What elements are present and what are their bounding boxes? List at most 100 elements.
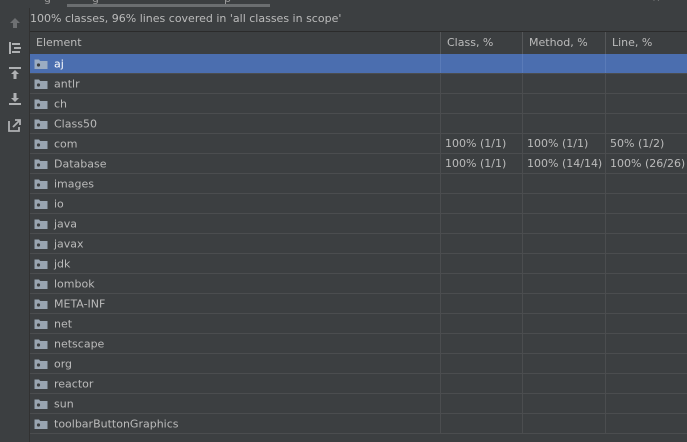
line-coverage-cell <box>606 274 687 293</box>
coverage-summary: 100% classes, 96% lines covered in 'all … <box>30 12 342 25</box>
column-header-element[interactable]: Element <box>30 32 441 54</box>
method-coverage-cell <box>523 354 606 373</box>
element-cell: jdk <box>30 254 441 273</box>
table-row[interactable]: reactor <box>30 374 687 394</box>
table-row[interactable]: com 100% (1/1) 100% (1/1) 50% (1/2) <box>30 134 687 154</box>
class-coverage-cell: 100% (1/1) <box>441 134 523 153</box>
table-row[interactable]: jdk <box>30 254 687 274</box>
class-coverage-cell <box>441 174 523 193</box>
element-name: javax <box>54 237 84 251</box>
line-coverage-cell <box>606 234 687 253</box>
element-cell: net <box>30 314 441 333</box>
method-coverage-cell <box>523 114 606 133</box>
line-coverage-cell <box>606 414 687 433</box>
class-coverage-cell <box>441 74 523 93</box>
method-coverage-cell <box>523 334 606 353</box>
line-coverage-cell <box>606 54 687 73</box>
element-cell: io <box>30 194 441 213</box>
table-row[interactable]: antlr <box>30 74 687 94</box>
table-row[interactable]: java <box>30 214 687 234</box>
element-cell: images <box>30 174 441 193</box>
close-icon[interactable]: × <box>652 0 660 4</box>
method-coverage-cell <box>523 54 606 73</box>
element-cell: META-INF <box>30 294 441 313</box>
element-name: io <box>54 197 64 211</box>
up-arrow-icon[interactable] <box>6 14 24 32</box>
table-row[interactable]: Class50 <box>30 114 687 134</box>
package-folder-icon <box>34 177 48 189</box>
line-coverage-cell <box>606 94 687 113</box>
line-coverage-cell <box>606 254 687 273</box>
tab-fragment[interactable]: g <box>44 0 51 5</box>
element-name: netscape <box>54 337 105 351</box>
line-coverage-cell <box>606 394 687 413</box>
method-coverage-cell <box>523 174 606 193</box>
class-coverage-cell <box>441 214 523 233</box>
class-coverage-cell <box>441 234 523 253</box>
package-folder-icon <box>34 237 48 249</box>
method-coverage-cell <box>523 274 606 293</box>
element-name: antlr <box>54 77 80 91</box>
table-row[interactable]: io <box>30 194 687 214</box>
generate-report-icon[interactable] <box>6 116 24 134</box>
method-coverage-cell <box>523 254 606 273</box>
element-cell: ch <box>30 94 441 113</box>
package-folder-icon <box>34 377 48 389</box>
table-row[interactable]: lombok <box>30 274 687 294</box>
element-name: images <box>54 177 94 191</box>
element-cell: org <box>30 354 441 373</box>
element-name: Class50 <box>54 117 97 131</box>
line-coverage-cell <box>606 114 687 133</box>
column-header-line[interactable]: Line, % <box>606 32 687 54</box>
column-header-method[interactable]: Method, % <box>523 32 606 54</box>
package-folder-icon <box>34 277 48 289</box>
line-coverage-cell <box>606 174 687 193</box>
table-row[interactable]: ch <box>30 94 687 114</box>
element-name: ch <box>54 97 68 111</box>
element-cell: lombok <box>30 274 441 293</box>
element-name: reactor <box>54 377 94 391</box>
method-coverage-cell <box>523 214 606 233</box>
class-coverage-cell <box>441 54 523 73</box>
table-body: aj antlr ch Class50 com 100% (1/1) 100% (1/1) 5… <box>30 54 687 434</box>
class-coverage-cell <box>441 354 523 373</box>
line-coverage-cell: 50% (1/2) <box>610 137 665 150</box>
class-coverage-cell <box>441 274 523 293</box>
package-folder-icon <box>34 417 48 429</box>
table-row[interactable]: toolbarButtonGraphics <box>30 414 687 434</box>
line-coverage-cell <box>606 334 687 353</box>
table-row[interactable]: images <box>30 174 687 194</box>
flatten-packages-icon[interactable] <box>6 39 24 57</box>
method-coverage-cell <box>523 314 606 333</box>
line-coverage-cell <box>606 374 687 393</box>
package-folder-icon <box>34 137 48 149</box>
method-coverage-cell: 100% (1/1) <box>523 134 606 153</box>
method-coverage-cell <box>523 394 606 413</box>
element-cell: aj <box>30 54 441 73</box>
table-row[interactable]: sun <box>30 394 687 414</box>
table-row[interactable]: aj <box>30 54 687 74</box>
class-coverage-cell <box>441 334 523 353</box>
table-row[interactable]: Database 100% (1/1) 100% (14/14) 100% (26/2… <box>30 154 687 174</box>
element-cell: sun <box>30 394 441 413</box>
export-icon[interactable] <box>6 90 24 108</box>
package-folder-icon <box>34 77 48 89</box>
element-cell: javax <box>30 234 441 253</box>
table-row[interactable]: META-INF <box>30 294 687 314</box>
package-folder-icon <box>34 257 48 269</box>
column-header-class[interactable]: Class, % <box>441 32 523 54</box>
package-folder-icon <box>34 157 48 169</box>
element-name: net <box>54 317 73 331</box>
line-coverage-cell <box>606 354 687 373</box>
table-row[interactable]: netscape <box>30 334 687 354</box>
table-row[interactable]: net <box>30 314 687 334</box>
import-icon[interactable] <box>6 64 24 82</box>
coverage-table: Element Class, % Method, % Line, % aj ant… <box>30 31 687 442</box>
class-coverage-cell <box>441 114 523 133</box>
element-name: toolbarButtonGraphics <box>54 417 179 431</box>
class-coverage-cell <box>441 254 523 273</box>
line-coverage-cell <box>606 294 687 313</box>
table-row[interactable]: javax <box>30 234 687 254</box>
line-coverage-cell <box>606 314 687 333</box>
table-row[interactable]: org <box>30 354 687 374</box>
